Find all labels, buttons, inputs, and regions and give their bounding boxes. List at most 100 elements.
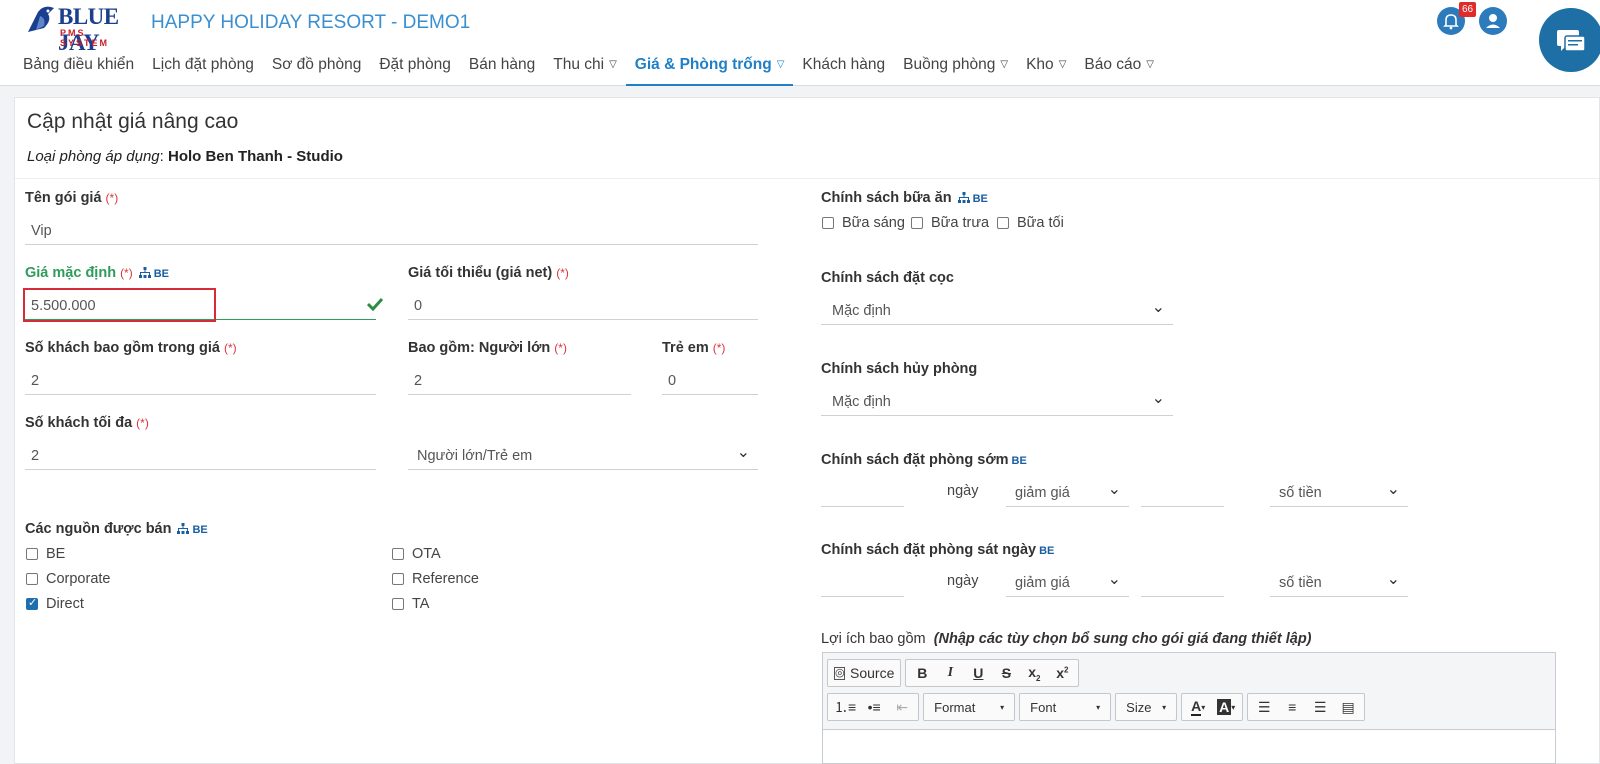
min-price-label: Giá tối thiểu (giá net) (*): [408, 265, 569, 281]
source-ta-checkbox[interactable]: TA: [392, 596, 429, 612]
meal-lunch-checkbox[interactable]: Bữa trưa: [911, 215, 989, 231]
early-booking-amount-input[interactable]: [1141, 481, 1224, 507]
package-name-input[interactable]: Vip: [25, 219, 758, 245]
bullet-list-icon: •≡: [867, 699, 881, 715]
align-right-button[interactable]: ☰: [1306, 695, 1334, 719]
chat-button[interactable]: [1539, 8, 1600, 72]
late-booking-amount-type-select[interactable]: số tiền: [1270, 569, 1408, 597]
checkbox-label: Direct: [46, 596, 84, 612]
toolbar-group-list: ⒈≡ •≡ ⇤: [827, 693, 920, 721]
align-center-button[interactable]: ≡: [1278, 695, 1306, 719]
checkbox-icon: [822, 217, 834, 229]
early-booking-discount-select[interactable]: giảm giá: [1006, 479, 1129, 507]
align-left-button[interactable]: ☰: [1250, 695, 1278, 719]
nav-dashboard[interactable]: Bảng điều khiển: [14, 52, 143, 86]
room-type-value: Holo Ben Thanh - Studio: [167, 148, 343, 165]
background-color-button[interactable]: A ▾: [1212, 695, 1240, 719]
late-booking-discount-select[interactable]: giảm giá: [1006, 569, 1129, 597]
adults-label: Bao gồm: Người lớn (*): [408, 340, 567, 356]
numbered-list-button[interactable]: ⒈≡: [830, 695, 860, 719]
superscript-button[interactable]: x2: [1048, 661, 1076, 685]
checkbox-label: Bữa tối: [1017, 215, 1064, 231]
outdent-button[interactable]: ⇤: [888, 695, 916, 719]
italic-button[interactable]: I: [936, 661, 964, 685]
main-nav: Bảng điều khiển Lịch đặt phòng Sơ đồ phò…: [14, 52, 1163, 86]
logo[interactable]: BLUE JAY PMS SYSTEM: [24, 2, 136, 55]
children-input[interactable]: 0: [662, 369, 758, 395]
late-booking-days-input[interactable]: [821, 571, 904, 597]
nav-warehouse[interactable]: Kho ▽: [1017, 52, 1075, 86]
caret-down-icon: ▾: [1162, 702, 1167, 712]
source-reference-checkbox[interactable]: Reference: [392, 571, 479, 587]
nav-housekeeping[interactable]: Buồng phòng ▽: [894, 52, 1017, 86]
strikethrough-button[interactable]: S: [992, 661, 1020, 685]
notification-badge: 66: [1459, 2, 1477, 17]
min-price-input[interactable]: 0: [408, 294, 758, 320]
cancel-policy-label: Chính sách hủy phòng: [821, 361, 978, 377]
italic-icon: I: [947, 665, 954, 680]
nav-income-expense[interactable]: Thu chi ▽: [544, 52, 626, 86]
checkbox-label: TA: [412, 596, 430, 612]
nav-label: Đặt phòng: [379, 56, 451, 73]
format-label: Format: [934, 699, 976, 715]
caret-down-icon: ▾: [1000, 702, 1005, 712]
chevron-down-icon: ▽: [776, 59, 785, 70]
checkbox-label: Corporate: [46, 571, 111, 587]
source-corporate-checkbox[interactable]: Corporate: [26, 571, 110, 587]
nav-reports[interactable]: Báo cáo ▽: [1075, 52, 1163, 86]
font-combo[interactable]: Font ▾: [1019, 693, 1112, 721]
rich-text-editor: ◎ Source B I U S x2 x2 ⒈≡ •≡ ⇤ Format ▾ Fo…: [822, 652, 1556, 764]
editor-content-area[interactable]: [823, 729, 1555, 763]
children-label: Trẻ em (*): [662, 340, 726, 356]
toolbar-group-color: A ▾ A ▾: [1181, 693, 1244, 721]
late-booking-label: Chính sách đặt phòng sát ngày BE: [821, 542, 1055, 558]
early-booking-label: Chính sách đặt phòng sớm BE: [821, 452, 1027, 468]
align-center-icon: ≡: [1288, 699, 1297, 715]
bullet-list-button[interactable]: •≡: [860, 695, 888, 719]
bold-button[interactable]: B: [908, 661, 936, 685]
checkbox-icon: [911, 217, 923, 229]
nav-booking-calendar[interactable]: Lịch đặt phòng: [143, 52, 263, 86]
outdent-icon: ⇤: [896, 698, 909, 715]
top-bar: BLUE JAY PMS SYSTEM HAPPY HOLIDAY RESORT…: [0, 0, 1600, 86]
deposit-policy-select[interactable]: Mặc định: [821, 297, 1173, 325]
text-color-button[interactable]: A ▾: [1184, 695, 1212, 719]
source-ota-checkbox[interactable]: OTA: [392, 546, 441, 562]
nav-customers[interactable]: Khách hàng: [793, 52, 894, 86]
guests-included-input[interactable]: 2: [25, 369, 376, 395]
adults-input[interactable]: 2: [408, 369, 631, 395]
nav-sales[interactable]: Bán hàng: [460, 52, 544, 86]
nav-label: Thu chi: [553, 56, 605, 73]
nav-label: Sơ đồ phòng: [271, 56, 362, 73]
subscript-button[interactable]: x2: [1020, 661, 1048, 685]
checkbox-icon: [392, 573, 404, 585]
deposit-policy-label: Chính sách đặt cọc: [821, 270, 954, 286]
sources-label: Các nguồn được bán BE: [25, 521, 208, 537]
nav-room-map[interactable]: Sơ đồ phòng: [263, 52, 370, 86]
user-icon: [1486, 14, 1500, 28]
meal-breakfast-checkbox[interactable]: Bữa sáng: [822, 215, 905, 231]
cancel-policy-select[interactable]: Mặc định: [821, 388, 1173, 416]
size-combo[interactable]: Size ▾: [1115, 693, 1178, 721]
source-be-checkbox[interactable]: BE: [26, 546, 65, 562]
justify-button[interactable]: ▤: [1334, 695, 1362, 719]
nav-rates-availability[interactable]: Giá & Phòng trống ▽: [625, 52, 794, 86]
sitemap-icon: [957, 192, 970, 203]
nav-label: Lịch đặt phòng: [152, 56, 254, 73]
nav-reservations[interactable]: Đặt phòng: [370, 52, 460, 86]
early-booking-days-input[interactable]: [821, 481, 904, 507]
meal-dinner-checkbox[interactable]: Bữa tối: [997, 215, 1064, 231]
checkbox-label: BE: [46, 546, 66, 562]
max-guests-input[interactable]: 2: [25, 444, 376, 470]
source-button[interactable]: ◎ Source: [830, 661, 898, 685]
guest-type-select[interactable]: Người lớn/Trẻ em: [408, 442, 758, 470]
early-booking-amount-type-select[interactable]: số tiền: [1270, 479, 1408, 507]
source-direct-checkbox[interactable]: Direct: [26, 596, 84, 612]
checkbox-label: Bữa trưa: [931, 215, 990, 231]
late-booking-amount-input[interactable]: [1141, 571, 1224, 597]
align-left-icon: ☰: [1257, 698, 1271, 715]
underline-button[interactable]: U: [964, 661, 992, 685]
user-avatar-button[interactable]: [1479, 7, 1507, 35]
format-combo[interactable]: Format ▾: [923, 693, 1016, 721]
page-title: Cập nhật giá nâng cao: [27, 110, 239, 133]
